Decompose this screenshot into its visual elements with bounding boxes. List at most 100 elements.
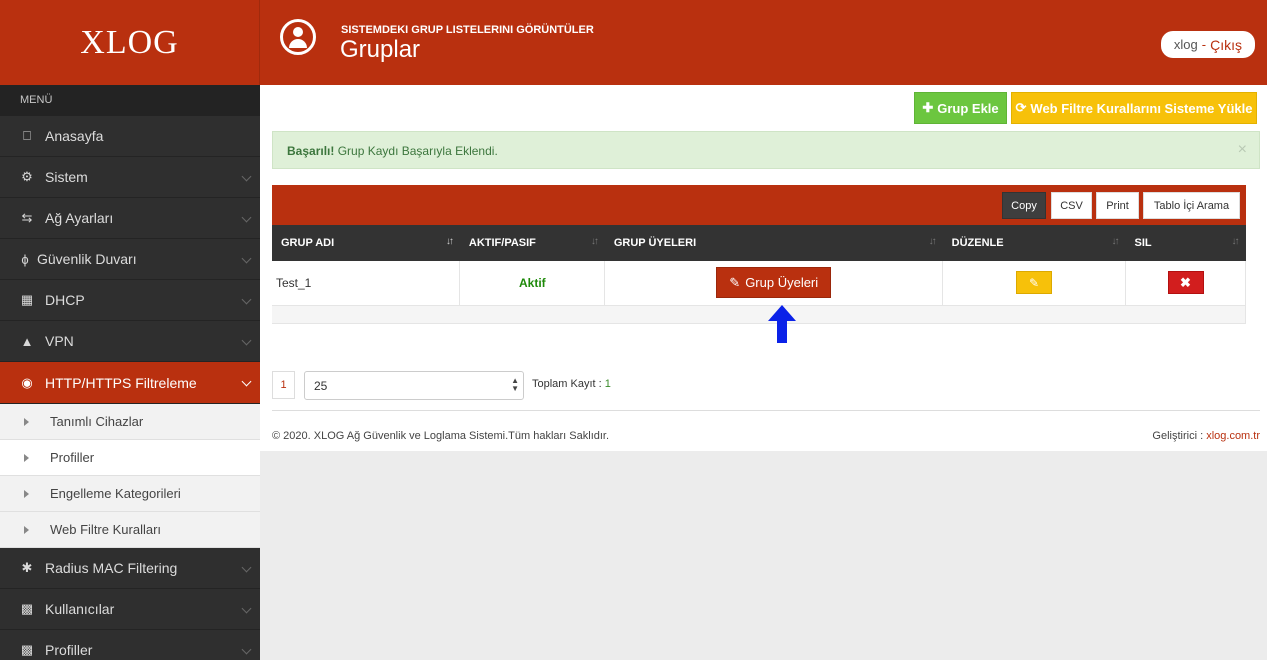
total-label: Toplam Kayıt : (532, 378, 602, 390)
delete-button[interactable]: ✖ (1167, 271, 1204, 295)
eye-slash-icon: ◉ (21, 374, 33, 390)
delete-cell: ✖ (1125, 261, 1246, 306)
groups-table: GRUP ADI ↓↑ AKTIF/PASIF ↓↑ GRUP ÜYELERI ↓↑ … (272, 225, 1246, 324)
sidebar-subitem-label: Profiller (50, 450, 95, 465)
sort-icon: ↓↑ (928, 236, 937, 247)
random-icon: ⇆ (21, 210, 33, 225)
divider (272, 410, 1260, 411)
logout-button[interactable]: xlog - Çıkış (1160, 31, 1255, 58)
sidebar-subitem-profiller[interactable]: Profiller (0, 440, 260, 476)
sort-icon: ↓↑ (1111, 236, 1120, 247)
success-alert: Başarılı! Grup Kaydı Başarıyla Eklendi. … (272, 131, 1260, 169)
cogs-icon: ⚙ (21, 169, 33, 184)
sidebar-item-label: VPN (45, 333, 74, 349)
caret-right-icon (24, 453, 29, 462)
page-size-select[interactable]: 25 ▲ ▼ (304, 371, 524, 400)
page-header: SISTEMDEKI GRUP LISTELERINI GÖRÜNTÜLER G… (260, 0, 1267, 85)
sidebar-item-label: Anasayfa (45, 128, 104, 144)
sidebar-subitem-tanimli-cihazlar[interactable]: Tanımlı Cihazlar (0, 404, 260, 440)
sidebar-subitem-engelleme-kategorileri[interactable]: Engelleme Kategorileri (0, 476, 260, 512)
sidebar-item-ag-ayarlari[interactable]: ⇆ Ağ Ayarları (0, 198, 260, 239)
sidebar: XLOG MENÜ ⎕ Anasayfa ⚙ Sistem ⇆ Ağ Ayarl… (0, 0, 260, 660)
print-button[interactable]: Print (1096, 192, 1139, 219)
group-members-button[interactable]: ✎ Grup Üyeleri (716, 267, 832, 299)
chevron-down-icon (241, 171, 252, 182)
sidebar-item-radius-mac[interactable]: ✱ Radius MAC Filtering (0, 548, 260, 589)
caret-right-icon (24, 417, 29, 426)
arrow-up-icon (768, 305, 796, 343)
sidebar-item-label: Kullanıcılar (45, 601, 115, 617)
logo-text: XLOG (80, 23, 179, 61)
sidebar-item-label: Profiller (45, 642, 93, 658)
add-group-label: Grup Ekle (937, 100, 999, 116)
developer-label: Geliştirici : (1152, 430, 1204, 442)
user-circle-icon (280, 19, 316, 55)
sitemap-icon: ▦ (20, 292, 34, 307)
developer-link[interactable]: xlog.com.tr (1206, 430, 1260, 442)
sidebar-item-vpn[interactable]: ▲ VPN (0, 321, 260, 362)
total-value: 1 (604, 378, 611, 390)
load-rules-button[interactable]: ⟳ Web Filtre Kurallarını Sisteme Yükle (1011, 92, 1257, 124)
chevron-down-icon (241, 376, 252, 387)
load-rules-label: Web Filtre Kurallarını Sisteme Yükle (1030, 100, 1253, 116)
sidebar-item-guvenlik-duvari[interactable]: ϕ Güvenlik Duvarı (0, 239, 260, 280)
add-group-button[interactable]: ✚ Grup Ekle (914, 92, 1007, 124)
sidebar-item-label: Radius MAC Filtering (45, 560, 178, 576)
column-header[interactable]: DÜZENLE ↓↑ (942, 225, 1126, 261)
edit-button[interactable]: ✎ (1016, 271, 1053, 295)
copy-button[interactable]: Copy (1002, 192, 1046, 219)
sidebar-item-label: Güvenlik Duvarı (37, 251, 137, 267)
logout-label: Çıkış (1210, 36, 1242, 53)
total-records: Toplam Kayıt : 1 (532, 378, 611, 390)
page-1-button[interactable]: 1 (272, 371, 295, 399)
sidebar-item-label: Sistem (45, 169, 88, 185)
column-header[interactable]: SIL ↓↑ (1125, 225, 1246, 261)
th-large-icon: ▩ (20, 601, 34, 616)
logout-separator: - (1201, 37, 1207, 52)
caret-right-icon (24, 525, 29, 534)
members-cell: ✎ Grup Üyeleri (604, 261, 944, 306)
column-header[interactable]: AKTIF/PASIF ↓↑ (459, 225, 605, 261)
sidebar-item-anasayfa[interactable]: ⎕ Anasayfa (0, 116, 260, 157)
sidebar-subitem-web-filtre-kurallari[interactable]: Web Filtre Kuralları (0, 512, 260, 548)
logo[interactable]: XLOG (0, 0, 260, 85)
chevron-down-icon (241, 212, 252, 223)
copyright-text: © 2020. XLOG Ağ Güvenlik ve Loglama Sist… (272, 430, 610, 442)
sidebar-item-label: DHCP (45, 292, 85, 308)
sort-desc-icon: ↓↑ (445, 236, 454, 247)
column-label: AKTIF/PASIF (468, 237, 536, 249)
sidebar-item-label: HTTP/HTTPS Filtreleme (45, 374, 197, 391)
sidebar-item-http-filtreleme[interactable]: ◉ HTTP/HTTPS Filtreleme (0, 362, 260, 404)
column-header[interactable]: GRUP ADI ↓↑ (272, 225, 460, 261)
table-footer-row (272, 305, 1246, 324)
column-label: GRUP ÜYELERI (613, 237, 697, 249)
main-content: ✚ Grup Ekle ⟳ Web Filtre Kurallarını Sis… (260, 85, 1267, 451)
alert-message: Grup Kaydı Başarıyla Eklendi. (337, 144, 498, 158)
sidebar-item-kullanicilar[interactable]: ▩ Kullanıcılar (0, 589, 260, 630)
column-label: DÜZENLE (951, 237, 1004, 249)
table-search-button[interactable]: Tablo İçi Arama (1143, 192, 1240, 219)
csv-button[interactable]: CSV (1051, 192, 1092, 219)
edit-icon: ✎ (1029, 275, 1040, 290)
sidebar-subitem-label: Tanımlı Cihazlar (50, 414, 144, 429)
chevron-down-icon (241, 335, 252, 346)
bolt-icon: ϕ (21, 251, 29, 267)
sidebar-item-dhcp[interactable]: ▦ DHCP (0, 280, 260, 321)
page-size-value: 25 (314, 379, 328, 393)
close-icon[interactable]: × (1238, 141, 1247, 159)
column-label: SIL (1134, 237, 1152, 249)
sidebar-item-label: Ağ Ayarları (45, 210, 114, 226)
alert-strong: Başarılı! (287, 144, 335, 158)
asterisk-icon: ✱ (21, 560, 33, 575)
username: xlog (1173, 37, 1198, 52)
caret-right-icon (24, 489, 29, 498)
sidebar-subitem-label: Web Filtre Kuralları (50, 522, 162, 537)
chevron-down-icon (241, 253, 252, 264)
laptop-icon: ⎕ (23, 128, 31, 143)
sort-icon: ↓↑ (1231, 236, 1240, 247)
edit-cell: ✎ (942, 261, 1127, 306)
sidebar-item-sistem[interactable]: ⚙ Sistem (0, 157, 260, 198)
sidebar-item-profiller[interactable]: ▩ Profiller (0, 630, 260, 660)
status-badge: Aktif (519, 275, 546, 290)
column-header[interactable]: GRUP ÜYELERI ↓↑ (604, 225, 943, 261)
